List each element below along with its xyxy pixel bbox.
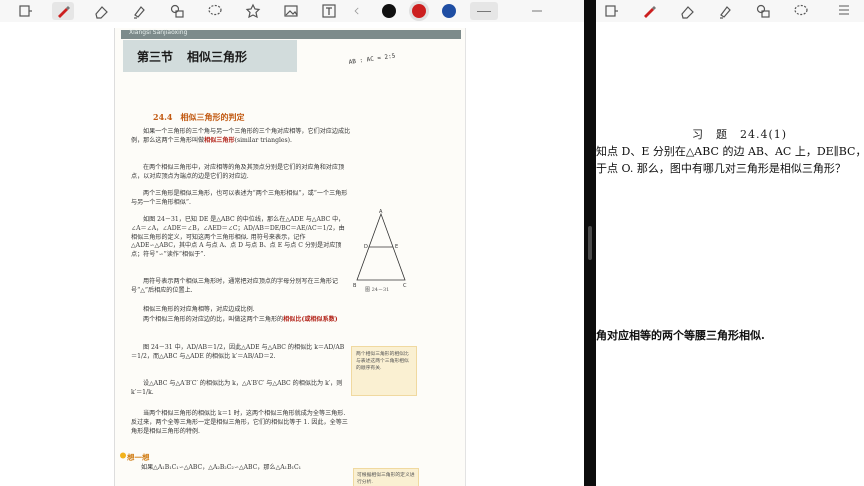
paragraph-corresponding: 在两个相似三角形中，对应相等的角及其顶点分别是它们的对应角和对应顶点，以对应顶点…	[131, 164, 345, 180]
vertex-label-b: B	[353, 283, 357, 289]
rotate-icon[interactable]	[600, 2, 622, 20]
paragraph-ratio-example: 图 24－31 中，AD/AB＝1/2，因此△ADE 与△ABC 的相似比 k＝…	[131, 344, 345, 360]
highlighter-icon[interactable]	[714, 2, 736, 20]
side-note: 两个相似三角形的相似比与表述这两个三角形相似的顺序有关.	[351, 346, 417, 396]
paragraph-congruent: 当两个相似三角形的相似比 k＝1 时，这两个相似三角形就成为全等三角形. 反过来…	[131, 410, 348, 435]
text-box-icon[interactable]	[318, 2, 340, 20]
exercise-title: 习 题 24.4(1)	[692, 128, 788, 141]
page-header-strip: Xiangsi Sanjiaoxing	[121, 29, 461, 39]
section-number: 第三节	[137, 50, 174, 64]
paragraph-property: 相似三角形的对应角相等，对应边成比例.	[143, 306, 255, 313]
document-pane-right[interactable]: 习 题 24.4(1) 知点 D、E 分别在△ABC 的边 AB、AC 上，DE…	[596, 22, 864, 486]
pen-icon[interactable]	[638, 2, 660, 20]
paragraph-ratio-inverse: 设△ABC 与△A′B′C′ 的相似比为 k，△A′B′C′ 与△ABC 的相似…	[131, 380, 343, 396]
app-window: Xiangsi Sanjiaoxing 第三节 相似三角形 AB : AC = …	[0, 0, 864, 486]
paragraph-example: 如图 24－31，已知 DE 是△ABC 的中位线，那么在△ADE 与△ABC …	[131, 216, 345, 259]
term-similarity-coefficient: (或相似系数)	[301, 316, 338, 323]
para1-tail: (similar triangles).	[234, 136, 292, 144]
more-icon[interactable]	[352, 2, 362, 20]
lightbulb-icon	[120, 452, 126, 459]
handwritten-note: AB : AC = 2:5	[348, 52, 396, 66]
sticker-icon[interactable]	[242, 2, 264, 20]
menu-icon[interactable]	[836, 2, 852, 18]
side-note-2: 可根据相似三角形的定义进行分析.	[353, 468, 419, 486]
vertex-label-d: D	[364, 244, 368, 250]
eraser-icon[interactable]	[676, 2, 698, 20]
para7-text: 两个相似三角形的对应边的比，叫做这两个三角形的	[143, 316, 284, 323]
paragraph-expression: 两个三角形是相似三角形，也可以表述为“两个三角形相似”，或“一个三角形与另一个三…	[131, 190, 348, 206]
eraser-icon[interactable]	[90, 2, 112, 20]
shapes-icon[interactable]	[752, 2, 774, 20]
exercise-line-1: 知点 D、E 分别在△ABC 的边 AB、AC 上，DE∥BC，	[596, 145, 864, 158]
exercise-line-2: 于点 O. 那么，图中有哪几对三角形是相似三角形？	[596, 162, 846, 175]
vertex-label-e: E	[395, 244, 398, 250]
term-similarity-ratio: 相似比	[283, 316, 302, 323]
toolbar-right	[596, 0, 864, 22]
exercise-line-3: 角对应相等的两个等腰三角形相似.	[596, 329, 765, 342]
lasso-icon[interactable]	[790, 2, 812, 20]
shapes-icon[interactable]	[166, 2, 188, 20]
handwritten-note-text: AB : AC = 2:5	[348, 52, 396, 66]
document-pane-left[interactable]: Xiangsi Sanjiaoxing 第三节 相似三角形 AB : AC = …	[0, 22, 584, 486]
color-black[interactable]	[382, 4, 396, 18]
line-style-icon[interactable]	[526, 2, 548, 20]
paragraph-notation: 用符号表示两个相似三角形时，通常把对应顶点的字母分别写在三角形记号“△”后相应的…	[131, 278, 338, 294]
vertex-label-a: A	[379, 209, 383, 215]
triangle-figure: A D E B C	[353, 209, 407, 289]
image-icon[interactable]	[280, 2, 302, 20]
highlighter-icon[interactable]	[128, 2, 150, 20]
header-pinyin: Xiangsi Sanjiaoxing	[129, 29, 188, 36]
think-question: 如果△A₁B₁C₁∽△ABC，△A₂B₂C₂∽△ABC，那么△A₁B₁C₁	[141, 464, 302, 471]
line-width-button[interactable]	[470, 2, 498, 20]
figure-caption: 图 24－31	[365, 287, 390, 293]
color-blue[interactable]	[442, 4, 456, 18]
pen-icon[interactable]	[52, 2, 74, 20]
section-title: 相似三角形	[187, 50, 248, 64]
vertex-label-c: C	[403, 283, 407, 289]
divider-handle[interactable]	[588, 226, 592, 260]
paragraph-definition: 如果一个三角形的三个角与另一个三角形的三个角对应相等，它们对应边成比例，那么这两…	[131, 128, 351, 146]
section-banner: 第三节 相似三角形	[123, 40, 297, 72]
paragraph-ratio-def: 两个相似三角形的对应边的比，叫做这两个三角形的相似比(或相似系数)	[131, 316, 351, 325]
rotate-icon[interactable]	[14, 2, 36, 20]
think-label: 想一想	[127, 453, 150, 462]
subsection-title: 24.4 相似三角形的判定	[153, 112, 245, 122]
toolbar-left	[0, 0, 584, 22]
textbook-page: Xiangsi Sanjiaoxing 第三节 相似三角形 AB : AC = …	[114, 28, 466, 486]
color-red[interactable]	[412, 4, 426, 18]
term-similar-triangles: 相似三角形	[204, 136, 235, 144]
lasso-icon[interactable]	[204, 2, 226, 20]
